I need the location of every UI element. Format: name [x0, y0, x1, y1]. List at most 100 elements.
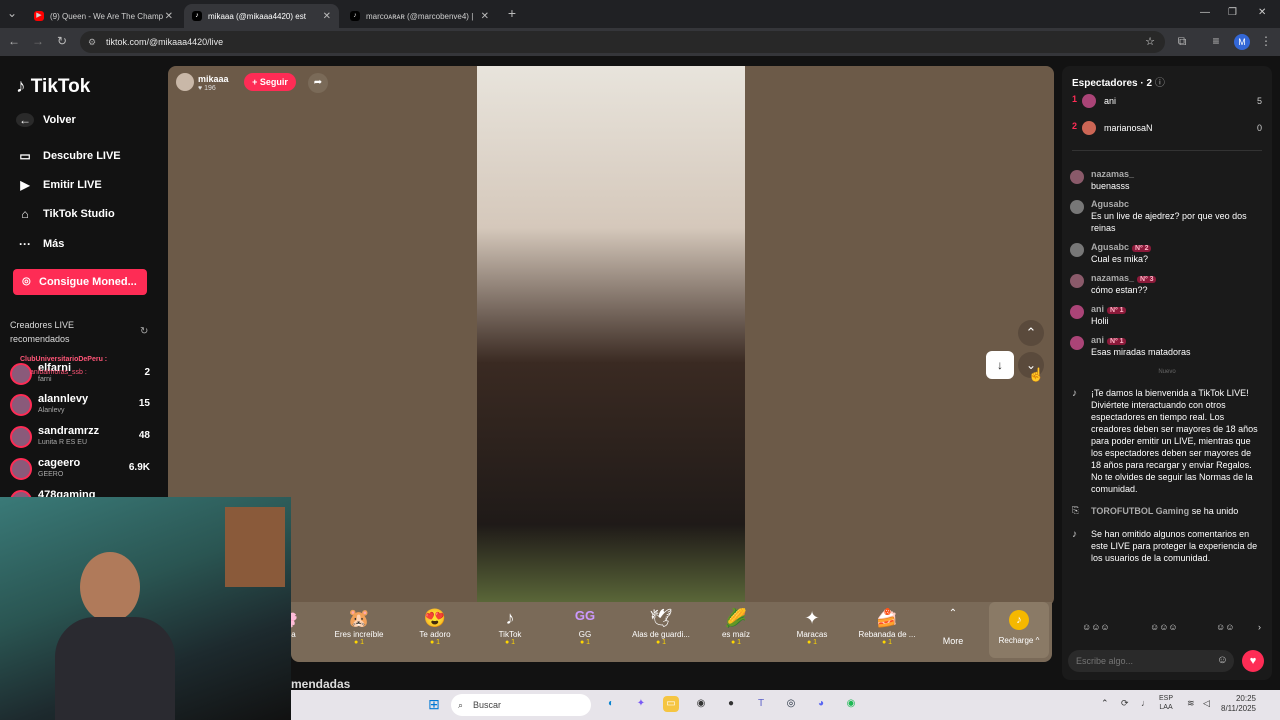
language-indicator[interactable]: ESP LAA	[1159, 694, 1173, 712]
nav-label: Emitir LIVE	[43, 179, 102, 191]
forward-icon[interactable]: →	[30, 34, 46, 48]
chat-user[interactable]: nazamas_	[1091, 169, 1134, 179]
price-value: 1	[360, 639, 365, 646]
creator-item[interactable]: elfarni farni 2	[10, 361, 155, 391]
gift-item[interactable]: 😍 Te adoro ● 1	[399, 608, 471, 646]
bookmark-star-icon[interactable]: ☆	[1145, 31, 1155, 53]
reload-icon[interactable]: ↻	[54, 34, 70, 48]
emoji-reaction[interactable]: ☺☺	[1216, 622, 1234, 632]
extensions-icon[interactable]: ⧉	[1174, 34, 1190, 49]
restore-icon[interactable]: ❐	[1228, 7, 1237, 18]
nav-tiktok-studio[interactable]: ⌂ TikTok Studio	[16, 207, 114, 221]
chevron-right-icon[interactable]: ›	[1258, 622, 1261, 632]
discord-icon[interactable]: ◕	[813, 696, 829, 712]
viewer-row[interactable]: 2 marianosaN 0	[1072, 121, 1262, 139]
joined-user: TOROFUTBOL Gaming	[1091, 506, 1190, 516]
windows-start-icon[interactable]: ⊞	[426, 696, 442, 712]
creator-item[interactable]: sandramrzz Lunita R ES EU 48	[10, 424, 155, 454]
gift-price: ● 1	[429, 639, 441, 646]
media-icon[interactable]: ≡	[1208, 34, 1224, 48]
new-tab-button[interactable]: +	[504, 5, 520, 21]
creator-item[interactable]: cageero GEERO 6.9K	[10, 456, 155, 486]
close-icon[interactable]: ✕	[165, 11, 173, 22]
close-window-icon[interactable]: ✕	[1258, 7, 1266, 18]
site-info-icon[interactable]: ⚙	[88, 31, 96, 53]
tiktok-logo[interactable]: ♪ TikTok	[16, 76, 90, 98]
profile-avatar[interactable]: M	[1234, 34, 1250, 50]
previous-live-button[interactable]: ⌃	[1018, 320, 1044, 346]
tab-marco[interactable]: ♪ marcoᴀʀᴀʀ (@marcobenve4) | ✕	[342, 4, 497, 28]
welcome-text: ¡Te damos la bienvenida a TikTok LIVE! D…	[1091, 388, 1258, 494]
viewer-row[interactable]: 1 ani 5	[1072, 94, 1262, 112]
close-icon[interactable]: ✕	[481, 11, 489, 22]
gift-item[interactable]: 🌽 es maíz ● 1	[700, 608, 772, 646]
tab-mikaaa[interactable]: ♪ mikaaa (@mikaaa4420) est ✕	[184, 4, 339, 28]
nav-descubre-live[interactable]: ▭ Descubre LIVE	[16, 149, 120, 163]
chat-input[interactable]	[1068, 650, 1208, 672]
wifi-icon[interactable]: ≋	[1187, 698, 1195, 709]
live-stream-area: mikaaa ♥ 196 + Seguir ➦ ⌃ ↓ ⌄	[168, 66, 1054, 606]
chrome-icon[interactable]: ◉	[693, 696, 709, 712]
more-gifts-button[interactable]: ⌃ More	[918, 608, 988, 646]
gift-item[interactable]: 🕊 Alas de guardi... ● 1	[625, 608, 697, 646]
back-button[interactable]: ← Volver	[16, 113, 76, 127]
gift-item[interactable]: ✦ Maracas ● 1	[776, 608, 848, 646]
network-icon[interactable]: ⟳	[1121, 698, 1129, 709]
recharge-button[interactable]: ♪ Recharge ^	[989, 602, 1049, 658]
creator-item[interactable]: alannlevy Alanlevy 15	[10, 392, 155, 422]
clock[interactable]: 20:25 8/11/2025	[1221, 694, 1256, 714]
avatar	[1070, 305, 1084, 319]
host-avatar[interactable]	[176, 73, 194, 91]
refresh-icon[interactable]: ↻	[140, 326, 148, 337]
gift-item[interactable]: 🍰 Rebanada de ... ● 1	[851, 608, 923, 646]
spotify-icon[interactable]: ◉	[843, 696, 859, 712]
price-value: 1	[737, 639, 742, 646]
share-icon[interactable]: ➦	[308, 73, 328, 93]
minimize-icon[interactable]: —	[1200, 7, 1210, 18]
mic-icon[interactable]: ♩	[1141, 698, 1150, 708]
steam-icon[interactable]: ◎	[783, 696, 799, 712]
chat-user[interactable]: Agusabc Nº 2	[1091, 242, 1152, 252]
teams-icon[interactable]: T	[753, 696, 769, 712]
tab-queen[interactable]: ▶ (9) Queen - We Are The Champ ✕	[26, 4, 181, 28]
host-name[interactable]: mikaaa	[198, 74, 229, 84]
emoji-reaction[interactable]: ☺☺☺	[1082, 622, 1110, 632]
emoji-icon[interactable]: ☺	[1217, 654, 1228, 666]
download-icon[interactable]: ↓	[986, 351, 1014, 379]
rank-badge: Nº 3	[1137, 276, 1157, 283]
obs-icon[interactable]: ●	[723, 696, 739, 712]
emoji-reaction[interactable]: ☺☺☺	[1150, 622, 1178, 632]
folder-icon[interactable]: ▭	[663, 696, 679, 712]
live-video[interactable]	[477, 66, 745, 606]
nav-emitir-live[interactable]: ▶ Emitir LIVE	[16, 178, 102, 192]
close-icon[interactable]: ✕	[323, 11, 331, 22]
clock-date: 8/11/2025	[1221, 704, 1256, 713]
tiktok-icon: ♪	[16, 76, 26, 97]
browser-tab-bar: ⌄ ▶ (9) Queen - We Are The Champ ✕ ♪ mik…	[0, 0, 1280, 28]
copilot-icon[interactable]: ✦	[633, 696, 649, 712]
gift-item[interactable]: 🐹 Eres increíble ● 1	[323, 608, 395, 646]
nav-mas[interactable]: ··· Más	[16, 237, 64, 251]
rank-badge: Nº 1	[1107, 338, 1127, 345]
edge-icon[interactable]: ◐	[603, 696, 619, 712]
user-name: ani	[1091, 304, 1105, 314]
tab-search-icon[interactable]: ⌄	[4, 6, 20, 20]
tray-chevron-icon[interactable]: ⌃	[1101, 698, 1109, 709]
gift-item[interactable]: GG GG ● 1	[549, 608, 621, 646]
get-coins-button[interactable]: ◎ Consigue Moned...	[13, 269, 147, 295]
taskbar-search[interactable]: ⌕ Buscar	[451, 694, 591, 716]
back-icon[interactable]: ←	[6, 34, 22, 48]
chat-user[interactable]: ani Nº 1	[1091, 304, 1127, 314]
follow-button[interactable]: + Seguir	[244, 73, 296, 91]
like-heart-button[interactable]: ♥	[1242, 650, 1264, 672]
help-icon[interactable]: ⓘ	[1155, 78, 1165, 89]
gift-item[interactable]: ♪ TikTok ● 1	[474, 608, 546, 646]
chat-user[interactable]: ani Nº 1	[1091, 335, 1127, 345]
url-input[interactable]: ⚙ tiktok.com/@mikaaa4420/live ☆	[80, 31, 1165, 53]
chat-panel: Espectadores · 2 ⓘ 1 ani 5 2 marianosaN …	[1062, 66, 1272, 680]
creator-sub: GEERO	[38, 471, 64, 478]
chat-user[interactable]: nazamas_ Nº 3	[1091, 273, 1157, 283]
volume-icon[interactable]: ◁	[1203, 698, 1210, 709]
menu-dots-icon[interactable]: ⋮	[1258, 34, 1274, 48]
chat-user[interactable]: Agusabc	[1091, 199, 1129, 209]
